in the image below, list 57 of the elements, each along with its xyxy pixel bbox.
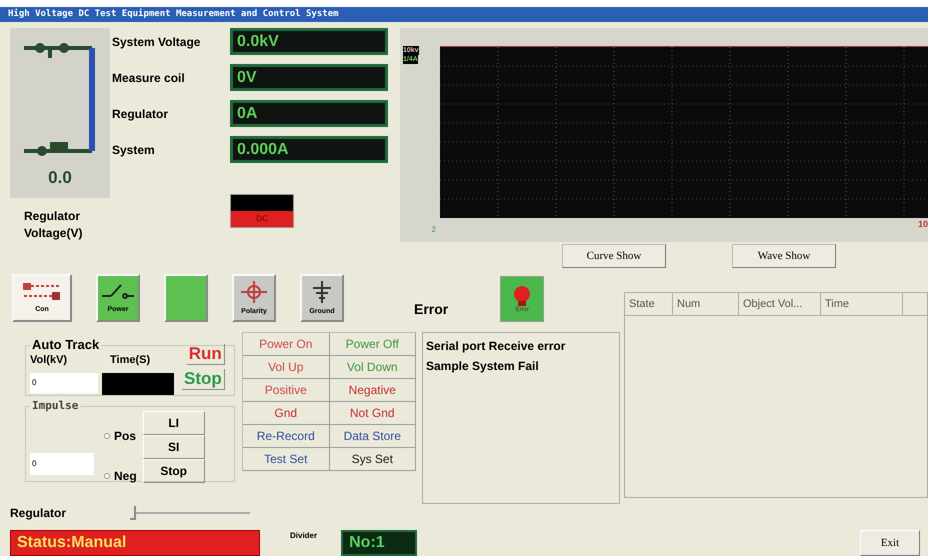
error-heading: Error — [414, 300, 448, 319]
lamp-icon — [512, 284, 532, 306]
readout-display: 0A — [230, 100, 388, 127]
control-button[interactable]: Test Set — [243, 448, 330, 471]
divider-value: No:1 — [349, 533, 385, 553]
status-text: Status:Manual — [17, 533, 126, 553]
voltage-input[interactable]: 0 — [30, 372, 98, 392]
control-button[interactable]: Vol Up — [243, 356, 330, 379]
switch-icon — [101, 282, 135, 302]
gauge-label: Regulator Voltage(V) — [24, 208, 84, 242]
polarity-radio[interactable]: Neg — [104, 466, 137, 484]
regulator-slider[interactable] — [130, 506, 250, 520]
control-button[interactable]: Positive — [243, 379, 330, 402]
column-header[interactable]: Time — [821, 293, 903, 315]
readout-display: 0V — [230, 64, 388, 91]
view-button[interactable]: Curve Show — [562, 244, 666, 268]
impulse-input[interactable]: 0 — [30, 452, 94, 474]
run-button[interactable]: Run — [186, 344, 225, 365]
regulator-label: Regulator — [10, 505, 68, 522]
circuit-icon — [22, 282, 62, 302]
dc-indicator: DC — [230, 194, 294, 228]
view-button[interactable]: Wave Show — [732, 244, 836, 268]
control-button[interactable]: Re-Record — [243, 425, 330, 448]
control-button[interactable]: Negative — [330, 379, 416, 402]
error-message: Sample System Fail — [426, 358, 540, 375]
field-label: Vol(kV) — [30, 353, 68, 368]
control-button[interactable]: Not Gnd — [330, 402, 416, 425]
polarity-radio[interactable]: Pos — [104, 426, 137, 444]
exit-button[interactable]: Exit — [860, 530, 920, 556]
column-header[interactable]: Object Vol... — [739, 293, 821, 315]
control-button[interactable]: Gnd — [243, 402, 330, 425]
readout-label: Measure coil — [112, 72, 186, 84]
time-display — [102, 372, 174, 394]
gauge-value: 0.0 — [48, 166, 72, 188]
column-header[interactable]: State — [625, 293, 673, 315]
divider-label: Divider — [290, 530, 318, 542]
impulse-button[interactable]: LI — [142, 410, 205, 434]
field-label: Time(S) — [110, 353, 152, 368]
group-title: Auto Track — [31, 338, 100, 352]
readout-label: System — [112, 144, 156, 156]
control-button[interactable]: Power On — [243, 333, 330, 356]
window-title: High Voltage DC Test Equipment Measurement and Control System — [8, 8, 339, 21]
error-message: Serial port Receive error — [426, 338, 566, 355]
control-button[interactable]: Data Store — [330, 425, 416, 448]
readout-display: 0.000A — [230, 136, 388, 163]
scope-axis-label: 10 — [918, 218, 928, 230]
readout-label: System Voltage — [112, 36, 202, 48]
scope-origin-label: 2 — [432, 224, 437, 236]
impulse-button[interactable]: SI — [142, 434, 205, 458]
polarity-icon — [239, 280, 269, 304]
column-header[interactable]: Num — [673, 293, 739, 315]
tool-button[interactable] — [164, 274, 208, 322]
group-title: Impulse — [31, 398, 80, 414]
readout-display: 0.0kV — [230, 28, 388, 55]
control-button[interactable]: Sys Set — [330, 448, 416, 471]
readout-label: Regulator — [112, 108, 170, 120]
impulse-button[interactable]: Stop — [142, 458, 205, 482]
